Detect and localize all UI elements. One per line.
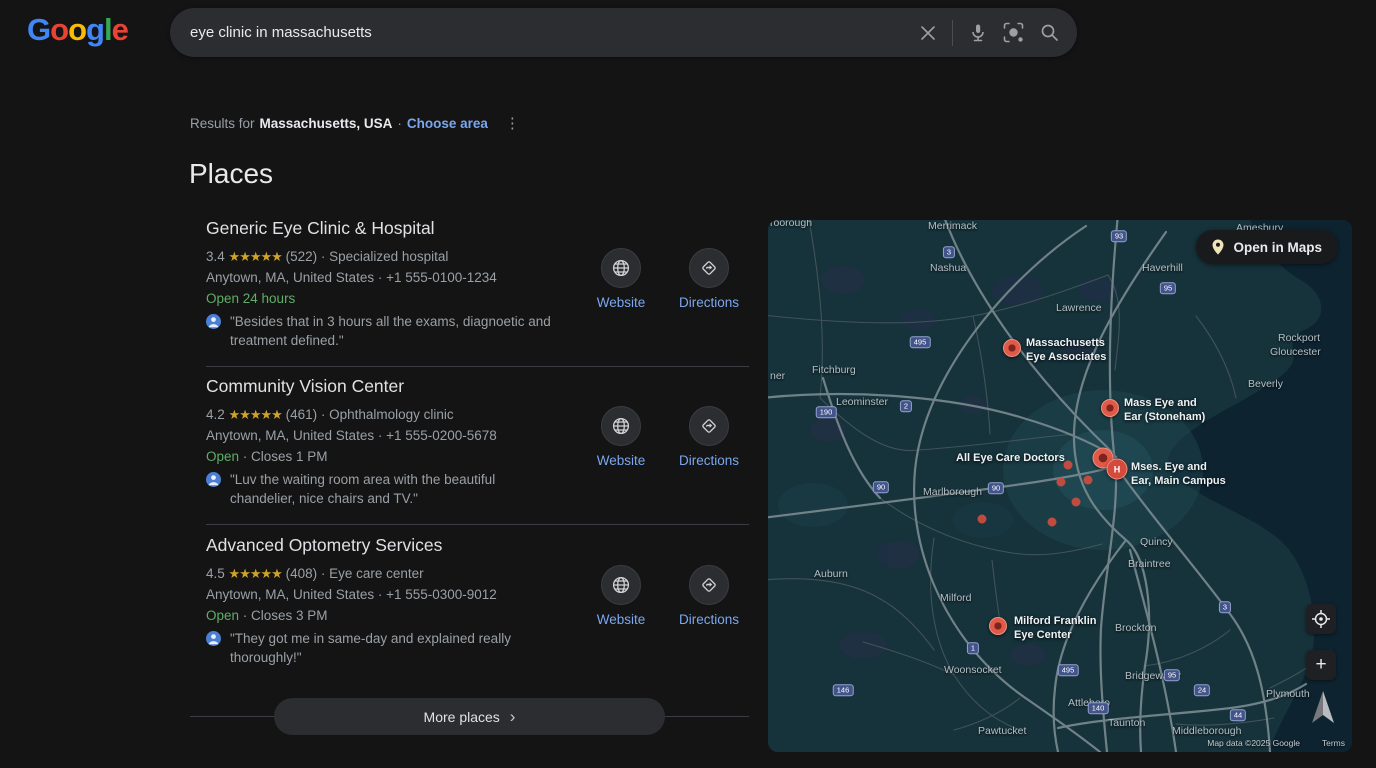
website-label: Website	[590, 612, 652, 627]
open-in-maps-label: Open in Maps	[1233, 240, 1322, 255]
rating-value: 4.5	[206, 566, 225, 581]
directions-label: Directions	[678, 612, 740, 627]
review-text: "Luv the waiting room area with the beau…	[230, 470, 562, 508]
rating-value: 3.4	[206, 249, 225, 264]
website-button[interactable]: Website	[590, 406, 652, 468]
star-rating-icon: ★★★★★	[229, 249, 282, 264]
logo-letter: l	[104, 12, 112, 47]
open-status: Open	[206, 449, 239, 464]
logo-letter: e	[112, 12, 128, 47]
place-address-row: Anytown, MA, United States · +1 555-0200…	[206, 425, 751, 446]
directions-button[interactable]: Directions	[678, 565, 740, 627]
closes-at: · Closes 3 PM	[239, 608, 328, 623]
place-hours-row: Open 24 hours	[206, 288, 751, 309]
locate-icon	[1311, 609, 1331, 629]
directions-icon	[699, 575, 719, 595]
mic-icon[interactable]	[969, 23, 987, 43]
separator-dot: ·	[397, 116, 402, 131]
places-heading: Places	[189, 158, 273, 190]
search-icon[interactable]	[1040, 23, 1059, 42]
star-rating-icon: ★★★★★	[229, 566, 282, 581]
directions-icon	[699, 258, 719, 278]
review-count: (522) · Specialized hospital	[286, 249, 449, 264]
more-places-button[interactable]: More places ›	[274, 698, 665, 735]
place-result: Community Vision Center 4.2 ★★★★★ (461) …	[206, 376, 751, 508]
clear-icon[interactable]	[920, 25, 936, 41]
review-text: "Besides that in 3 hours all the exams, …	[230, 312, 562, 350]
website-label: Website	[590, 453, 652, 468]
place-address-row: Anytown, MA, United States · +1 555-0300…	[206, 584, 751, 605]
review-text: "They got me in same-day and explained r…	[230, 629, 562, 667]
place-address-row: Anytown, MA, United States · +1 555-0100…	[206, 267, 751, 288]
map-attribution: Map data ©2025 Google	[1207, 738, 1300, 748]
rating-value: 4.2	[206, 407, 225, 422]
more-places-label: More places	[424, 709, 500, 725]
website-label: Website	[590, 295, 652, 310]
star-rating-icon: ★★★★★	[229, 407, 282, 422]
search-bar[interactable]	[170, 8, 1077, 57]
directions-label: Directions	[678, 453, 740, 468]
list-divider	[206, 524, 749, 525]
place-review: "Besides that in 3 hours all the exams, …	[206, 312, 751, 350]
directions-button[interactable]: Directions	[678, 406, 740, 468]
searchbar-divider	[952, 20, 953, 46]
place-name[interactable]: Advanced Optometry Services	[206, 535, 751, 556]
closes-at: · Closes 1 PM	[239, 449, 328, 464]
place-rating-row: 3.4 ★★★★★ (522) · Specialized hospital	[206, 246, 751, 267]
reviewer-avatar-icon	[206, 631, 221, 646]
list-divider	[206, 366, 749, 367]
overflow-menu-icon[interactable]: ⋮	[505, 114, 520, 132]
logo-letter: o	[50, 12, 68, 47]
place-review: "Luv the waiting room area with the beau…	[206, 470, 751, 508]
reviewer-avatar-icon	[206, 314, 221, 329]
open-in-maps-button[interactable]: Open in Maps	[1196, 230, 1338, 264]
choose-area-link[interactable]: Choose area	[407, 116, 488, 131]
results-for-label: Results for	[190, 116, 255, 131]
globe-icon	[611, 416, 631, 436]
place-rating-row: 4.2 ★★★★★ (461) · Ophthalmology clinic	[206, 404, 751, 425]
place-rating-row: 4.5 ★★★★★ (408) · Eye care center	[206, 563, 751, 584]
place-hours-row: Open · Closes 3 PM	[206, 605, 751, 626]
compass-arrow-icon[interactable]	[1308, 688, 1338, 730]
open-status: Open 24 hours	[206, 291, 295, 306]
review-count: (408) · Eye care center	[286, 566, 424, 581]
map-canvas	[768, 220, 1352, 752]
zoom-in-button[interactable]: +	[1306, 650, 1336, 680]
zoom-in-label: +	[1315, 654, 1326, 676]
logo-letter: G	[27, 12, 50, 47]
directions-button[interactable]: Directions	[678, 248, 740, 310]
map-panel[interactable]: rooroughMerrimackAmesburyNewburyNashuaHa…	[768, 220, 1352, 752]
logo-letter: o	[68, 12, 86, 47]
place-name[interactable]: Community Vision Center	[206, 376, 751, 397]
my-location-button[interactable]	[1306, 604, 1336, 634]
place-review: "They got me in same-day and explained r…	[206, 629, 751, 667]
review-count: (461) · Ophthalmology clinic	[286, 407, 454, 422]
website-button[interactable]: Website	[590, 248, 652, 310]
results-location-bar: Results for Massachusetts, USA · Choose …	[190, 114, 520, 132]
google-logo[interactable]: Google	[27, 12, 128, 48]
lens-camera-icon[interactable]	[1003, 22, 1024, 43]
globe-icon	[611, 575, 631, 595]
place-result: Generic Eye Clinic & Hospital 3.4 ★★★★★ …	[206, 218, 751, 350]
map-terms-link[interactable]: Terms	[1322, 738, 1345, 748]
website-button[interactable]: Website	[590, 565, 652, 627]
place-result: Advanced Optometry Services 4.5 ★★★★★ (4…	[206, 535, 751, 667]
directions-label: Directions	[678, 295, 740, 310]
chevron-right-icon: ›	[510, 707, 516, 727]
map-pin-icon	[1212, 239, 1224, 255]
place-name[interactable]: Generic Eye Clinic & Hospital	[206, 218, 751, 239]
directions-icon	[699, 416, 719, 436]
search-results-page: Google Results for Massachusetts, USA · …	[0, 0, 1376, 768]
open-status: Open	[206, 608, 239, 623]
reviewer-avatar-icon	[206, 472, 221, 487]
logo-letter: g	[86, 12, 104, 47]
place-hours-row: Open · Closes 1 PM	[206, 446, 751, 467]
search-input[interactable]	[188, 23, 920, 42]
results-location: Massachusetts, USA	[260, 116, 393, 131]
globe-icon	[611, 258, 631, 278]
